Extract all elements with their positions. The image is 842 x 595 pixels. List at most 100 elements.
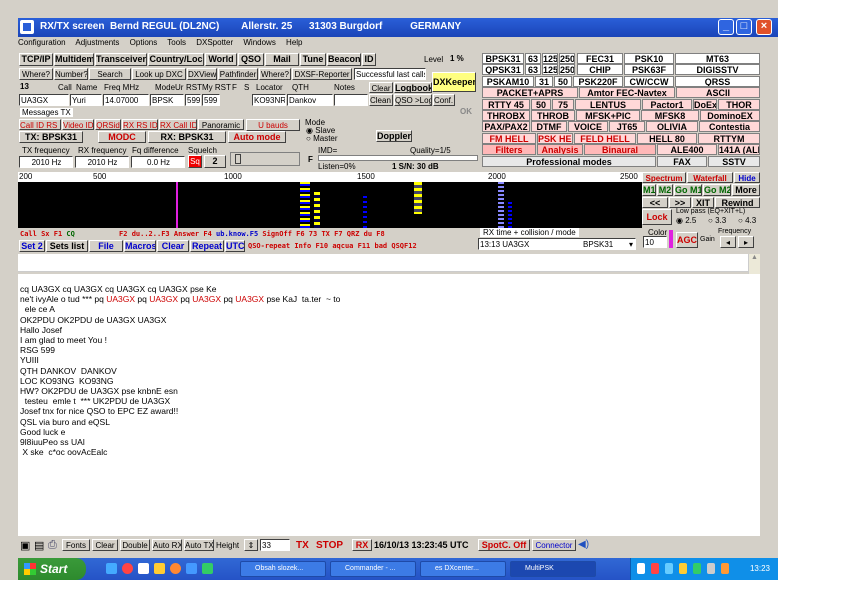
where2-button[interactable]: Where? [259, 68, 291, 80]
tab-multidem[interactable]: Multidem [54, 53, 94, 66]
quick-launch-icon-4[interactable] [154, 563, 165, 574]
tab-transceiver[interactable]: Transceiver [95, 53, 147, 66]
scroll-up-icon[interactable]: ▲ [749, 254, 760, 264]
macro-answer[interactable]: Answer [174, 230, 199, 238]
macro-f6[interactable]: F6 [296, 230, 304, 238]
pathfinder-button[interactable]: Pathfinder [218, 68, 258, 80]
quick-launch-icon-6[interactable] [186, 563, 197, 574]
squelch-slider[interactable] [230, 152, 300, 166]
save-icon[interactable]: ▣ [20, 539, 30, 552]
mode-button-1-2[interactable]: 125 [542, 64, 558, 76]
squelch-button[interactable]: Sq [188, 155, 202, 168]
number-button[interactable]: Number? [54, 68, 88, 80]
set2-button[interactable]: Set 2 [19, 240, 45, 252]
modc-button[interactable]: MODC [98, 131, 146, 143]
go-m1-button[interactable]: Go M1 [674, 184, 702, 196]
slider-thumb[interactable] [235, 154, 241, 164]
macro-call[interactable]: Call [20, 230, 37, 238]
macros-button[interactable]: Macros [124, 240, 156, 252]
macro-f10[interactable]: F10 [315, 242, 328, 250]
waterfall-tab[interactable]: Waterfall [687, 172, 733, 183]
doppler-button[interactable]: Doppler [376, 130, 412, 142]
freq-down-button[interactable]: ◂ [720, 236, 736, 248]
m2-button[interactable]: M2 [657, 184, 673, 196]
logbook-button[interactable]: Logbook [394, 82, 432, 93]
close-button[interactable]: × [756, 19, 772, 35]
mode-button-6-4[interactable]: OLIVIA [646, 121, 698, 133]
clear-button[interactable]: Clear [369, 82, 393, 93]
sets-list-button[interactable]: Sets list [46, 240, 88, 252]
qth-input[interactable]: Dankov [287, 94, 333, 106]
print-icon[interactable]: ⎙ [48, 539, 57, 552]
fonts-button[interactable]: Fonts [62, 539, 90, 551]
rx-frequency-input[interactable]: 2010 Hz [75, 156, 129, 168]
macro-qsqf12[interactable]: QSQF12 [391, 242, 416, 250]
locator-input[interactable]: KO93NR [252, 94, 286, 106]
stop-button[interactable]: STOP [316, 540, 343, 551]
mode-input[interactable]: BPSK [150, 94, 184, 106]
macro-f11[interactable]: F11 [358, 242, 371, 250]
maximize-button[interactable]: □ [736, 19, 752, 35]
rewind-left-button[interactable]: << [642, 197, 668, 208]
macro-73[interactable]: 73 [309, 230, 317, 238]
quick-launch-icon-2[interactable] [122, 563, 133, 574]
mode-button-2-3[interactable]: PSK220F [573, 75, 623, 87]
mode-button-7-3[interactable]: HELL 80 [637, 132, 697, 144]
menu-windows[interactable]: Windows [243, 38, 275, 47]
spotc-off-button[interactable]: SpotC. Off [478, 539, 530, 551]
tray-icon-2[interactable] [651, 563, 659, 574]
name-input[interactable]: Yuri [70, 94, 102, 106]
mode-button-1-5[interactable]: PSK63F [624, 64, 674, 76]
mode-button-8-2[interactable]: Binaural [584, 144, 656, 156]
mode-button-4-6[interactable]: THOR [718, 98, 760, 110]
macro-bad[interactable]: bad [375, 242, 388, 250]
tab-tcpip[interactable]: TCP/IP [19, 53, 53, 66]
quick-launch-icon-1[interactable] [106, 563, 117, 574]
mode-button-0-0[interactable]: BPSK31 [482, 53, 524, 64]
mode-button-7-4[interactable]: RTTYM [698, 132, 760, 144]
xit-button[interactable]: XIT [692, 197, 714, 208]
last-callsign-field[interactable]: Successful last callsign [354, 68, 426, 80]
speaker-icon[interactable]: ◀) [578, 539, 589, 550]
spectrum-tab[interactable]: Spectrum [642, 172, 686, 183]
dxsf-reporter-button[interactable]: DXSF-Reporter [292, 68, 352, 80]
menu-help[interactable]: Help [286, 38, 302, 47]
tray-icon-5[interactable] [693, 563, 701, 574]
start-button[interactable]: Start [18, 558, 86, 580]
lowpass-radio-25[interactable]: ◉ 2.5 [676, 216, 696, 225]
where-button[interactable]: Where? [19, 68, 53, 80]
freq-input[interactable]: 14.07000 [103, 94, 149, 106]
macro-f4[interactable]: F4 [203, 230, 211, 238]
mode-button-1-3[interactable]: 250 [559, 64, 575, 76]
clear-rx-button[interactable]: Clear [92, 539, 118, 551]
macro-cq[interactable]: CQ [66, 230, 74, 238]
master-radio-icon[interactable]: ○ [306, 134, 311, 143]
mode-button-0-1[interactable]: 63 [525, 53, 541, 64]
open-icon[interactable]: ▤ [34, 539, 44, 552]
mode-button-7-1[interactable]: PSK HELL [537, 132, 573, 144]
mode-button-2-0[interactable]: PSKAM10 [482, 75, 534, 87]
mode-button-5-2[interactable]: MFSK+PIC [576, 110, 640, 121]
rx-time-select[interactable]: 13:13 UA3GX BPSK31 ▾ [478, 238, 636, 250]
macro-signoff[interactable]: SignOff [262, 230, 292, 238]
clear-macros-button[interactable]: Clear [157, 240, 189, 252]
task-obsah[interactable]: Obsah slozek... [240, 561, 326, 577]
macro-qso-repeat[interactable]: QSO-repeat [248, 242, 290, 250]
lock-button[interactable]: Lock [642, 209, 672, 225]
mode-button-5-0[interactable]: THROBX [482, 110, 530, 121]
u-bauds-button[interactable]: U bauds [246, 119, 300, 131]
mode-button-1-1[interactable]: 63 [525, 64, 541, 76]
mode-button-1-0[interactable]: QPSK31 [482, 64, 524, 76]
mode-button-0-4[interactable]: FEC31 [577, 53, 623, 64]
macro-tx[interactable]: TX [321, 230, 329, 238]
tx-button[interactable]: TX [296, 540, 309, 551]
auto-tx-button[interactable]: Auto TX [184, 539, 214, 551]
clean-list-button[interactable]: Clean Li [369, 94, 393, 106]
tab-id[interactable]: ID [362, 53, 376, 66]
search-button[interactable]: Search [89, 68, 131, 80]
task-multipsk[interactable]: MultiPSK [510, 561, 596, 577]
notes-input[interactable] [334, 94, 368, 106]
tx-input-area[interactable] [18, 254, 748, 272]
mode-button-2-1[interactable]: 31 [535, 75, 553, 87]
tray-icon-3[interactable] [665, 563, 673, 574]
